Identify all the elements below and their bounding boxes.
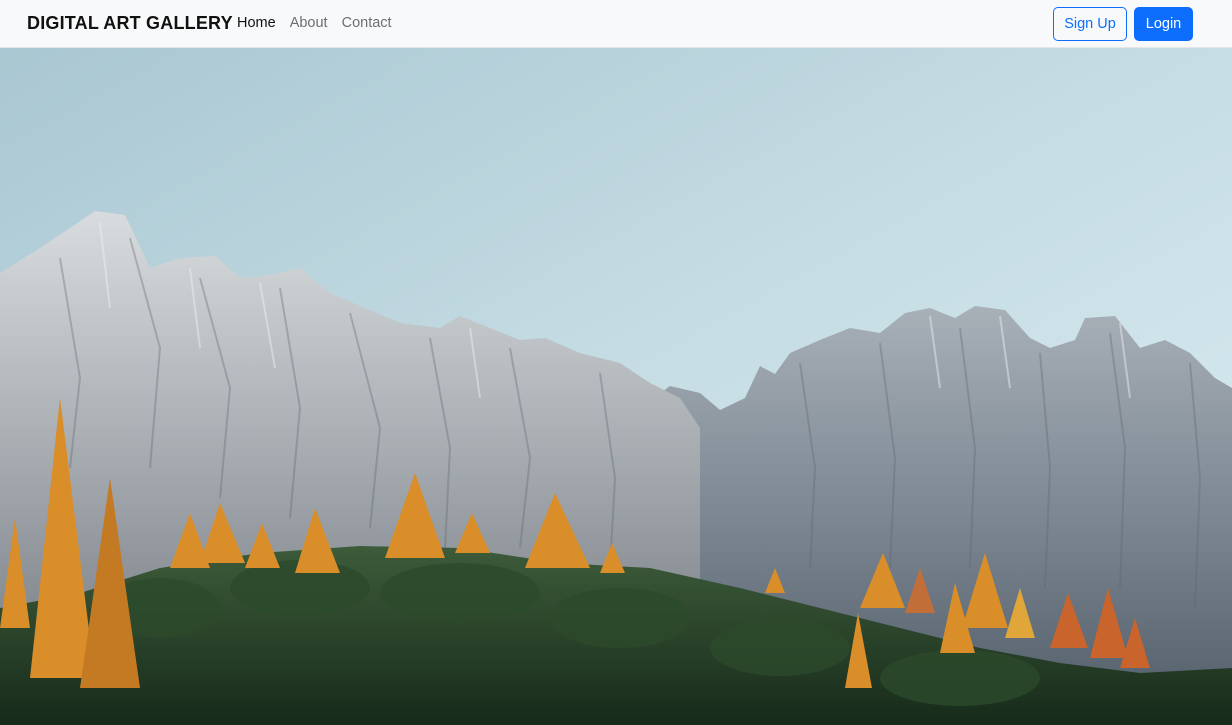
brand-logo-text[interactable]: DIGITAL ART GALLERY [27,13,233,34]
nav-link-contact[interactable]: Contact [342,15,392,31]
nav-link-home[interactable]: Home [237,15,276,31]
nav-link-about[interactable]: About [290,15,328,31]
login-button[interactable]: Login [1134,7,1193,41]
hero-image [0,48,1232,725]
nav-links: Home About Contact [237,15,406,31]
signup-button[interactable]: Sign Up [1053,7,1127,41]
navbar: DIGITAL ART GALLERY Home About Contact S… [0,0,1232,48]
mountain-landscape-image [0,48,1232,725]
